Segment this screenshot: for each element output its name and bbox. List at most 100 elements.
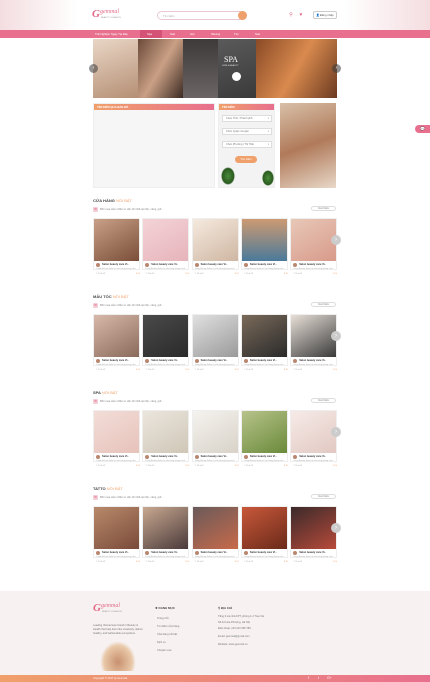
nav-item[interactable]: Trải Nghiệm Ngay Tại Đây [95, 32, 128, 36]
store-card[interactable]: Salon beauty care Vi.. Trang Beauty Salo… [191, 218, 239, 275]
chevron-right-icon: › [335, 237, 337, 243]
store-card[interactable]: Salon beauty care Vi.. Trang Beauty Salo… [290, 506, 338, 563]
store-card[interactable]: Salon beauty care Vi.. Trang Beauty Salo… [142, 218, 190, 275]
logo-mark: G [93, 602, 101, 614]
footer-logo[interactable]: G gemmal BEAUTY & HEALTH [93, 602, 133, 616]
store-card[interactable]: Salon beauty care Vi.. Trang Beauty Salo… [142, 410, 190, 467]
store-card[interactable]: Salon beauty care Vi.. Trang Beauty Salo… [240, 506, 288, 563]
footer-email[interactable]: Email: gemmal@gmail.com [218, 635, 250, 638]
banner-next-button[interactable]: › [332, 64, 341, 73]
footer-menu-item[interactable]: Chuyên mục [157, 649, 172, 652]
card-price: $ 10 [283, 561, 288, 563]
card-price: $ 10 [185, 465, 190, 467]
footer: G gemmal BEAUTY & HEALTH Leading Vietnam… [0, 591, 430, 682]
card-stats: ✎ 15 ♥ 12 $ 10 [244, 561, 288, 563]
card-title: Salon beauty care Vi.. [200, 455, 228, 458]
banner-photo [256, 39, 337, 98]
view-more-button[interactable]: Xem thêm [311, 302, 336, 307]
logo-name: gemmal [100, 9, 119, 15]
chat-widget[interactable]: 💬 [415, 125, 430, 133]
search-input[interactable]: Tìm kiếm ⌕ [157, 11, 247, 20]
map-search-panel[interactable]: TÌM KIẾM QUA BẢN ĐỒ [93, 103, 215, 188]
footer-about: Leading Vietnamese brand in Beauty & Hea… [93, 624, 143, 635]
card-stats-text: ✎ 15 ♥ 12 [194, 465, 204, 467]
carousel-next-button[interactable]: › [331, 523, 341, 533]
store-card[interactable]: Salon beauty care Vi.. Trang Beauty Salo… [290, 218, 338, 275]
card-photo [291, 219, 337, 261]
footer-menu-item[interactable]: Dịch vụ [157, 641, 166, 644]
store-card[interactable]: Salon beauty care Vi.. Trang Beauty Salo… [290, 410, 338, 467]
nav-item[interactable]: Waxing [211, 32, 220, 36]
search-submit-button[interactable]: Tìm kiếm [235, 156, 257, 163]
store-card[interactable]: Salon beauty care Vi.. Trang Beauty Salo… [93, 506, 140, 563]
section-title: MẪU TÓC NỔI BẬT [93, 294, 129, 299]
footer-menu-item[interactable]: Tìm kiếm cửa hàng [157, 625, 179, 628]
location-pin-icon[interactable]: ⚲ [288, 12, 294, 18]
avatar [194, 359, 199, 363]
avatar [194, 455, 199, 459]
card-price: $ 10 [185, 561, 190, 563]
district-select[interactable]: Chọn Quận / Huyện [222, 128, 272, 135]
card-photo [143, 411, 189, 453]
store-card[interactable]: Salon beauty care Vi.. Trang Beauty Salo… [142, 314, 190, 371]
store-card[interactable]: Salon beauty care Vi.. Trang Beauty Salo… [93, 410, 140, 467]
chat-icon: 💬 [420, 126, 425, 131]
card-price: $ 10 [185, 369, 190, 371]
nav-item[interactable]: Tóc [234, 32, 239, 36]
chevron-right-icon: › [335, 333, 337, 339]
banner-prev-button[interactable]: ‹ [89, 64, 98, 73]
view-more-button[interactable]: Xem thêm [311, 494, 336, 499]
search-button[interactable]: ⌕ [238, 11, 247, 20]
store-card[interactable]: Salon beauty care Vi.. Trang Beauty Salo… [240, 218, 288, 275]
facebook-icon[interactable]: f [308, 676, 309, 680]
card-photo [192, 411, 238, 453]
card-stats: ✎ 15 ♥ 12 $ 10 [244, 465, 288, 467]
google-plus-icon[interactable]: G+ [327, 676, 332, 680]
store-card[interactable]: Salon beauty care Vi.. Trang Beauty Salo… [290, 314, 338, 371]
store-card[interactable]: Salon beauty care Vi.. Trang Beauty Salo… [191, 506, 239, 563]
nav-item[interactable]: Nail [255, 32, 260, 36]
footer-menu-title-text: DANH MỤC [158, 606, 175, 610]
view-more-button[interactable]: Xem thêm [311, 398, 336, 403]
footer-menu-item[interactable]: Trang chủ [157, 617, 169, 620]
card-stats-text: ✎ 15 ♥ 12 [293, 273, 303, 275]
avatar [243, 551, 248, 555]
map-panel-title: TÌM KIẾM QUA BẢN ĐỒ [94, 104, 214, 110]
store-card[interactable]: Salon beauty care Vi.. Trang Beauty Salo… [240, 314, 288, 371]
card-stats-text: ✎ 15 ♥ 12 [96, 369, 105, 371]
logo-mark: G [92, 8, 100, 20]
store-card[interactable]: Salon beauty care Vi.. Trang Beauty Salo… [191, 410, 239, 467]
store-card[interactable]: Salon beauty care Vi.. Trang Beauty Salo… [93, 314, 140, 371]
store-card[interactable]: Salon beauty care Vi.. Trang Beauty Salo… [191, 314, 239, 371]
leaf-decoration [221, 167, 235, 185]
ward-select[interactable]: Chọn Phường / Thị Trấn [222, 141, 272, 148]
card-title: Salon beauty care Vi.. [299, 551, 326, 554]
nav-item[interactable]: Spa [147, 32, 152, 36]
logo[interactable]: G gemmal BEAUTY & HEALTH [92, 8, 132, 22]
card-stats-text: ✎ 15 ♥ 12 [194, 273, 204, 275]
carousel-next-button[interactable]: › [331, 235, 341, 245]
view-more-button[interactable]: Xem thêm [311, 206, 336, 211]
province-select[interactable]: Chọn Tỉnh / Thành phố [222, 115, 272, 122]
login-button[interactable]: 👤Đăng nhập [313, 11, 337, 19]
cart-icon[interactable]: ♥ [298, 12, 304, 18]
store-card[interactable]: Salon beauty care Vi.. Trang Beauty Salo… [93, 218, 140, 275]
section-title-bold: CỬA HÀNG [93, 198, 115, 203]
store-card[interactable]: Salon beauty care Vi.. Trang Beauty Salo… [240, 410, 288, 467]
copyright: Copyright © 2017 by Gemmal [93, 677, 128, 680]
nav-item[interactable]: Gội [190, 32, 194, 36]
card-photo [143, 315, 189, 357]
card-stats: ✎ 15 ♥ 12 $ 10 [293, 273, 337, 275]
footer-menu-item[interactable]: Cửa hàng nổi bật [157, 633, 177, 636]
store-card[interactable]: Salon beauty care Vi.. Trang Beauty Salo… [142, 506, 190, 563]
nav-item[interactable]: Nail [170, 32, 175, 36]
twitter-icon[interactable]: t [318, 676, 319, 680]
carousel-next-button[interactable]: › [331, 427, 341, 437]
header: G gemmal BEAUTY & HEALTH Tìm kiếm ⌕ ⚲ ♥ … [0, 0, 430, 30]
card-title: Salon beauty care Vi.. [200, 263, 228, 266]
card-subtitle: Trang Beauty Salon tư vấn hàng phong các… [194, 364, 235, 366]
carousel-next-button[interactable]: › [331, 331, 341, 341]
banner-photo [183, 39, 218, 98]
avatar [96, 551, 100, 555]
footer-website[interactable]: Website: www.gemmal.vn [218, 643, 248, 646]
